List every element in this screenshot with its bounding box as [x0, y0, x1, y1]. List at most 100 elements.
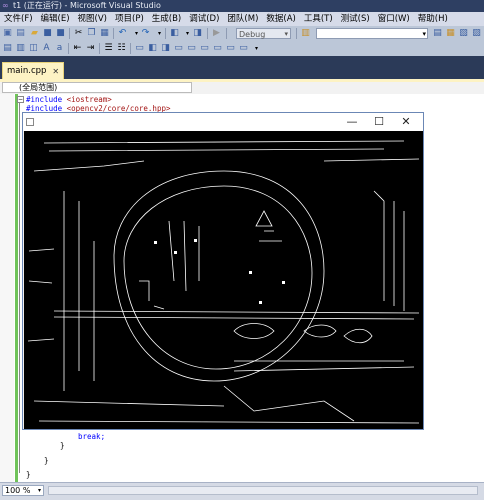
menu-edit[interactable]: 编辑(E) [37, 12, 74, 26]
chevron-down-icon: ▾ [284, 30, 288, 38]
menu-team[interactable]: 团队(M) [223, 12, 262, 26]
undo-icon[interactable]: ↶ [117, 28, 128, 39]
editor-gutter [0, 94, 14, 482]
menu-build[interactable]: 生成(B) [148, 12, 185, 26]
save-all-icon[interactable]: ■ [55, 28, 66, 39]
preprocessor-directive: #include [26, 95, 63, 104]
include-target: <iostream> [66, 95, 112, 104]
tab-main-cpp[interactable]: main.cpp ✕ [2, 62, 65, 79]
visual-studio-logo-icon: ∞ [2, 1, 9, 10]
find-icon[interactable]: ▭ [225, 43, 236, 54]
toolbar-separator [113, 28, 114, 39]
change-tracking-bar [15, 94, 18, 482]
solution-configuration-dropdown[interactable]: Debug ▾ [236, 28, 291, 39]
document-tab-strip: main.cpp ✕ [0, 56, 484, 80]
menu-tools[interactable]: 工具(T) [300, 12, 337, 26]
menu-debug[interactable]: 调试(D) [185, 12, 223, 26]
scope-dropdown[interactable]: (全局范围) [2, 82, 192, 93]
properties-icon[interactable]: ▦ [445, 28, 456, 39]
menu-view[interactable]: 视图(V) [74, 12, 111, 26]
toolbar-separator [69, 28, 70, 39]
close-icon[interactable]: ✕ [52, 67, 59, 76]
toolbar-separator [130, 43, 131, 54]
increase-indent-icon[interactable]: ⇥ [85, 43, 96, 54]
object-browser-icon[interactable]: ▧ [458, 28, 469, 39]
toolbar-overflow-icon[interactable]: ▾ [251, 43, 262, 54]
navigate-backward-icon[interactable]: ◧ [169, 28, 180, 39]
menu-bar: 文件(F) 编辑(E) 视图(V) 项目(P) 生成(B) 调试(D) 团队(M… [0, 12, 484, 26]
zoom-value: 100 % [5, 486, 31, 495]
collapse-toggle-icon[interactable]: − [17, 96, 24, 103]
window-title: t1 (正在运行) - Microsoft Visual Studio [13, 1, 161, 10]
replace-icon[interactable]: ▭ [238, 43, 249, 54]
outline-guide [19, 103, 20, 473]
find-in-files-icon[interactable]: ▥ [300, 28, 311, 39]
horizontal-scrollbar[interactable] [48, 486, 478, 495]
navigate-forward-icon[interactable]: ◨ [192, 28, 203, 39]
copy-icon[interactable]: ❐ [86, 28, 97, 39]
menu-project[interactable]: 项目(P) [111, 12, 148, 26]
scope-label: (全局范围) [19, 83, 58, 92]
toolbar-separator [68, 43, 69, 54]
clear-bookmarks-icon[interactable]: ▭ [199, 43, 210, 54]
solution-explorer-icon[interactable]: ▤ [432, 28, 443, 39]
code-line: #include <iostream> [26, 95, 112, 104]
menu-data[interactable]: 数据(A) [262, 12, 299, 26]
edge-image-canvas [24, 131, 423, 429]
close-button[interactable]: ✕ [393, 114, 419, 130]
save-icon[interactable]: ■ [42, 28, 53, 39]
start-debugging-icon[interactable]: ▶ [211, 28, 222, 39]
minimize-button[interactable]: — [339, 114, 365, 130]
toolbar-separator [226, 28, 227, 39]
decrease-indent-icon[interactable]: ⇤ [72, 43, 83, 54]
parameter-info-icon[interactable]: ◫ [28, 43, 39, 54]
configuration-value: Debug [239, 30, 266, 39]
complete-word-icon[interactable]: a [54, 43, 65, 54]
chevron-down-icon: ▾ [422, 30, 426, 38]
next-bookmark-folder-icon[interactable]: ▭ [186, 43, 197, 54]
add-item-icon[interactable]: ▤ [15, 28, 26, 39]
toolbar-separator [99, 43, 100, 54]
image-window[interactable]: — ☐ ✕ [22, 112, 424, 430]
previous-bookmark-icon[interactable]: ◧ [147, 43, 158, 54]
paste-icon[interactable]: ▦ [99, 28, 110, 39]
chevron-down-icon: ▾ [37, 487, 41, 494]
list-members-icon[interactable]: ▥ [15, 43, 26, 54]
image-window-title-bar[interactable]: — ☐ ✕ [23, 113, 423, 131]
attach-process-icon[interactable]: ▤ [2, 43, 13, 54]
new-project-icon[interactable]: ▣ [2, 28, 13, 39]
redo-dropdown-icon[interactable]: ▾ [154, 28, 165, 39]
menu-help[interactable]: 帮助(H) [414, 12, 452, 26]
edge-detection-image [27, 140, 420, 424]
menu-test[interactable]: 测试(S) [337, 12, 374, 26]
quick-info-icon[interactable]: A [41, 43, 52, 54]
comment-out-icon[interactable]: ☰ [103, 43, 114, 54]
menu-file[interactable]: 文件(F) [0, 12, 37, 26]
keyword: break; [78, 432, 106, 441]
cut-icon[interactable]: ✂ [73, 28, 84, 39]
standard-toolbar: ▣ ▤ ▰ ■ ■ ✂ ❐ ▦ ↶ ▾ ↷ ▾ ◧ ▾ ◨ ▶ Debug ▾ … [0, 26, 484, 43]
window-app-icon [26, 118, 34, 126]
uncomment-icon[interactable]: ☷ [116, 43, 127, 54]
next-bookmark-icon[interactable]: ◨ [160, 43, 171, 54]
tab-label: main.cpp [7, 66, 47, 76]
toolbar-separator [165, 28, 166, 39]
text-editor-toolbar: ▤ ▥ ◫ A a ⇤ ⇥ ☰ ☷ ▭ ◧ ◨ ▭ ▭ ▭ ▭ ▭ ▭ ▾ [0, 42, 484, 57]
maximize-button[interactable]: ☐ [366, 114, 392, 130]
previous-bookmark-folder-icon[interactable]: ▭ [173, 43, 184, 54]
editor-status-bar: 100 % ▾ [0, 482, 484, 500]
find-combo-box[interactable]: ▾ [316, 28, 428, 39]
code-line: } [26, 470, 31, 479]
title-bar: ∞ t1 (正在运行) - Microsoft Visual Studio [0, 0, 484, 12]
toolbar-separator [207, 28, 208, 39]
redo-icon[interactable]: ↷ [140, 28, 151, 39]
toolbox-icon[interactable]: ▨ [471, 28, 482, 39]
code-line: } [60, 441, 65, 450]
open-file-icon[interactable]: ▰ [29, 28, 40, 39]
menu-window[interactable]: 窗口(W) [374, 12, 414, 26]
toggle-bookmark-icon[interactable]: ▭ [134, 43, 145, 54]
code-line: } [44, 456, 49, 465]
zoom-dropdown[interactable]: 100 % ▾ [2, 485, 44, 496]
bookmark-window-icon[interactable]: ▭ [212, 43, 223, 54]
toolbar-separator [296, 28, 297, 39]
